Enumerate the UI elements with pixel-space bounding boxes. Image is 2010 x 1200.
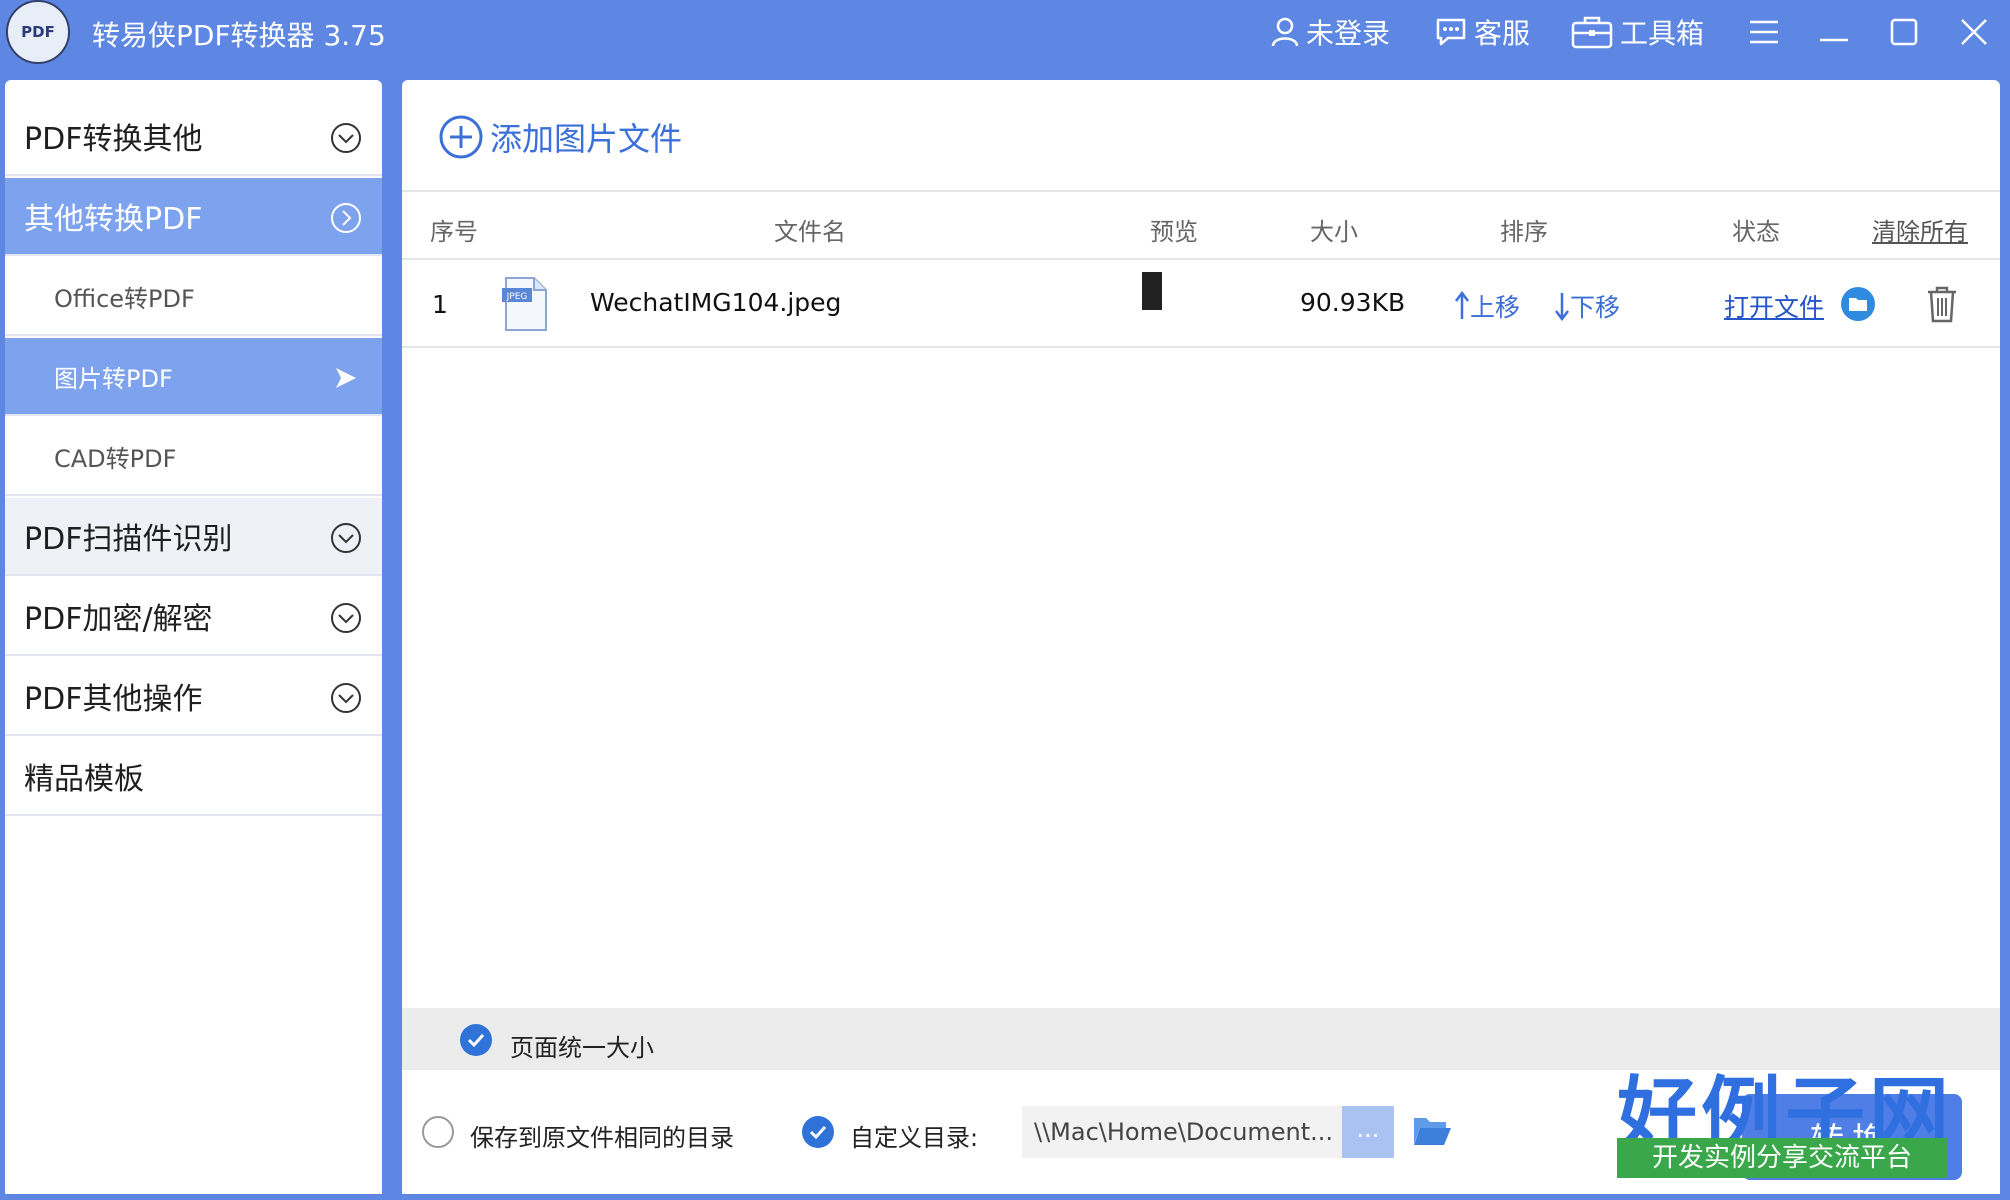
watermark-subtitle: 开发实例分享交流平台 <box>1617 1138 1947 1178</box>
file-type-text: JPEG <box>506 292 528 302</box>
menu-icon[interactable] <box>1746 14 1782 50</box>
row-filename: WechatIMG104.jpeg <box>590 288 842 317</box>
chat-icon <box>1436 18 1466 46</box>
sidebar-item-label: PDF转换其他 <box>24 122 203 157</box>
add-circle-icon <box>439 115 483 159</box>
table-row[interactable]: 1 JPEG WechatIMG104.jpeg 90.93KB 上移 下移 打… <box>402 262 2000 348</box>
col-size: 大小 <box>1310 218 1358 246</box>
row-size: 90.93KB <box>1300 288 1406 317</box>
add-image-button[interactable]: 添加图片文件 <box>438 112 682 162</box>
clear-all-link[interactable]: 清除所有 <box>1872 212 1968 247</box>
chevron-down-icon <box>331 603 361 633</box>
col-index: 序号 <box>430 218 478 246</box>
sidebar-item-label: PDF扫描件识别 <box>24 522 233 557</box>
app-title: 转易侠PDF转换器 3.75 <box>92 19 386 52</box>
user-icon <box>1271 17 1299 47</box>
service-button[interactable]: 客服 <box>1434 12 1530 52</box>
browse-dots-button[interactable]: ... <box>1342 1106 1394 1158</box>
sidebar-item-templates[interactable]: 精品模板 <box>5 738 382 816</box>
sidebar-item-label: PDF加密/解密 <box>24 602 213 637</box>
chevron-down-icon <box>331 683 361 713</box>
sidebar: PDF转换其他 其他转换PDF Office转PDF 图片转PDF CAD转PD… <box>5 80 382 1194</box>
folder-circle-icon[interactable] <box>1840 286 1876 322</box>
move-down-label: 下移 <box>1570 293 1621 322</box>
sidebar-item-label: PDF其他操作 <box>24 682 203 717</box>
arrow-down-icon <box>1555 293 1569 321</box>
move-up-button[interactable]: 上移 <box>1454 288 1520 324</box>
title-bar: PDF 转易侠PDF转换器 3.75 未登录 客服 工具箱 <box>0 0 2010 80</box>
sidebar-item-label: 其他转换PDF <box>24 202 203 237</box>
output-path-field[interactable]: \\Mac\Home\Document... <box>1022 1106 1392 1158</box>
open-file-link[interactable]: 打开文件 <box>1724 288 1824 324</box>
col-sort: 排序 <box>1500 218 1548 246</box>
move-up-label: 上移 <box>1470 293 1521 322</box>
preview-thumbnail[interactable] <box>1142 272 1162 310</box>
jpeg-file-icon: JPEG <box>502 277 547 331</box>
col-status: 状态 <box>1732 218 1780 246</box>
close-icon[interactable] <box>1956 14 1992 50</box>
check-icon <box>467 1033 485 1048</box>
sidebar-item-office-to-pdf[interactable]: Office转PDF <box>5 258 382 336</box>
sidebar-item-pdf-to-other[interactable]: PDF转换其他 <box>5 98 382 176</box>
trash-icon[interactable] <box>1924 284 1960 324</box>
save-same-dir-label: 保存到原文件相同的目录 <box>470 1124 734 1152</box>
chevron-down-icon <box>331 123 361 153</box>
sidebar-item-pdf-encrypt[interactable]: PDF加密/解密 <box>5 578 382 656</box>
sidebar-item-label: 图片转PDF <box>54 364 173 393</box>
sidebar-item-label: CAD转PDF <box>54 444 177 473</box>
minimize-icon[interactable] <box>1816 14 1852 50</box>
toolbox-label: 工具箱 <box>1620 17 1705 50</box>
check-icon <box>809 1125 827 1140</box>
toolbox-button[interactable]: 工具箱 <box>1570 12 1704 52</box>
chevron-down-icon <box>331 523 361 553</box>
custom-dir-checkbox[interactable] <box>802 1116 834 1148</box>
unify-size-checkbox[interactable] <box>460 1024 492 1056</box>
save-same-dir-radio[interactable] <box>422 1116 454 1148</box>
add-image-label: 添加图片文件 <box>490 120 683 158</box>
maximize-icon[interactable] <box>1886 14 1922 50</box>
service-label: 客服 <box>1474 17 1531 50</box>
app-logo-text: PDF <box>21 23 55 41</box>
table-header: 序号 文件名 预览 大小 排序 状态 清除所有 <box>402 190 2000 260</box>
row-index: 1 <box>432 290 448 319</box>
login-button[interactable]: 未登录 <box>1270 12 1390 52</box>
site-watermark: 好例子网 开发实例分享交流平台 <box>1617 1050 1967 1180</box>
arrow-up-icon <box>1455 291 1469 319</box>
app-logo: PDF <box>6 0 70 64</box>
sidebar-item-label: Office转PDF <box>54 284 195 313</box>
sidebar-item-cad-to-pdf[interactable]: CAD转PDF <box>5 418 382 496</box>
sidebar-item-label: 精品模板 <box>24 762 144 797</box>
toolbox-icon <box>1571 16 1613 49</box>
move-down-button[interactable]: 下移 <box>1554 288 1620 324</box>
sidebar-item-other-to-pdf[interactable]: 其他转换PDF <box>5 178 382 256</box>
folder-open-icon[interactable] <box>1412 1114 1452 1148</box>
chevron-right-icon <box>331 203 361 233</box>
col-filename: 文件名 <box>774 218 846 246</box>
sidebar-item-image-to-pdf[interactable]: 图片转PDF <box>5 338 382 416</box>
arrow-right-icon <box>336 368 356 388</box>
sidebar-item-pdf-other-ops[interactable]: PDF其他操作 <box>5 658 382 736</box>
unify-size-label: 页面统一大小 <box>510 1034 654 1062</box>
login-label: 未登录 <box>1306 17 1391 50</box>
main-panel: 添加图片文件 序号 文件名 预览 大小 排序 状态 清除所有 1 JPEG We… <box>402 80 2000 1194</box>
custom-dir-label: 自定义目录: <box>850 1124 979 1152</box>
col-preview: 预览 <box>1150 218 1198 246</box>
sidebar-item-pdf-scan-ocr[interactable]: PDF扫描件识别 <box>5 498 382 576</box>
